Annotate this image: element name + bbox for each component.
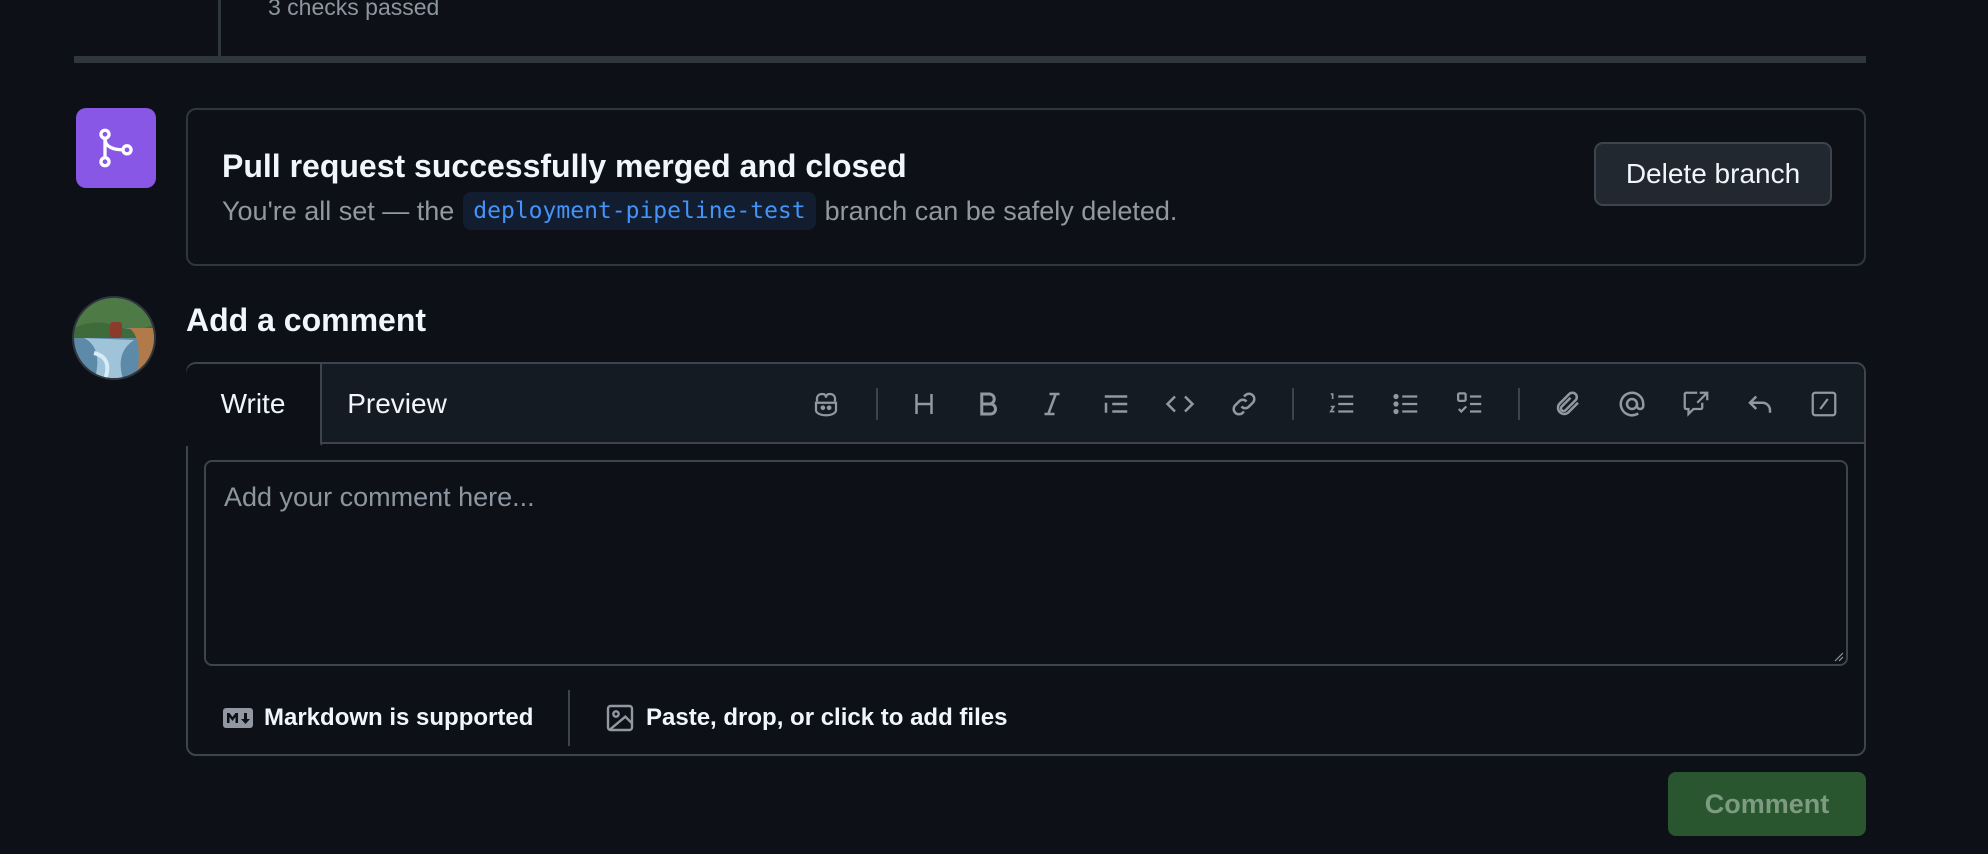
avatar[interactable] [72, 296, 156, 380]
merge-title: Pull request successfully merged and clo… [222, 148, 907, 184]
editor-footer: Markdown is supported Paste, drop, or cl… [188, 682, 1864, 756]
markdown-hint[interactable]: Markdown is supported [222, 696, 533, 740]
merge-status-box: Pull request successfully merged and clo… [186, 108, 1866, 266]
image-icon [606, 704, 634, 732]
merge-desc-before: You're all set — the [222, 195, 455, 226]
copilot-icon[interactable] [806, 384, 846, 424]
editor-header: Write Preview [186, 364, 1864, 446]
markdown-icon [223, 708, 253, 728]
comment-textarea-wrap [204, 460, 1848, 666]
code-icon[interactable] [1160, 384, 1200, 424]
merged-badge [76, 108, 156, 188]
delete-branch-button[interactable]: Delete branch [1594, 142, 1832, 206]
tab-write[interactable]: Write [186, 364, 322, 446]
merge-description: You're all set — the deployment-pipeline… [222, 192, 1177, 230]
mention-icon[interactable] [1612, 384, 1652, 424]
add-comment-heading: Add a comment [186, 302, 427, 338]
attach-files-hint[interactable]: Paste, drop, or click to add files [604, 696, 1007, 740]
unordered-list-icon[interactable] [1386, 384, 1426, 424]
resize-handle-icon[interactable] [1830, 648, 1844, 662]
italic-icon[interactable] [1032, 384, 1072, 424]
toolbar-separator [1518, 388, 1520, 420]
footer-separator [568, 690, 570, 746]
toolbar-separator [876, 388, 878, 420]
git-merge-icon [99, 128, 133, 168]
branch-name[interactable]: deployment-pipeline-test [463, 192, 816, 230]
tab-preview[interactable]: Preview [322, 364, 472, 444]
comment-editor: Write Preview Add your comment here... M… [186, 362, 1866, 756]
heading-icon[interactable] [904, 384, 944, 424]
link-icon[interactable] [1224, 384, 1264, 424]
attach-files-label: Paste, drop, or click to add files [646, 704, 1008, 731]
slash-commands-icon[interactable] [1804, 384, 1844, 424]
timeline-line [218, 0, 221, 56]
bold-icon[interactable] [968, 384, 1008, 424]
timeline-divider [74, 56, 1866, 63]
toolbar-separator [1292, 388, 1294, 420]
reference-icon[interactable] [1676, 384, 1716, 424]
checks-summary: 3 checks passed [268, 0, 440, 20]
task-list-icon[interactable] [1450, 384, 1490, 424]
reply-icon[interactable] [1740, 384, 1780, 424]
comment-textarea[interactable] [206, 462, 1846, 664]
ordered-list-icon[interactable] [1322, 384, 1362, 424]
quote-icon[interactable] [1096, 384, 1136, 424]
markdown-hint-label: Markdown is supported [264, 704, 534, 731]
merge-desc-after: branch can be safely deleted. [824, 195, 1178, 226]
avatar-image [74, 298, 154, 378]
comment-submit-button[interactable]: Comment [1668, 772, 1866, 836]
attach-icon[interactable] [1548, 384, 1588, 424]
